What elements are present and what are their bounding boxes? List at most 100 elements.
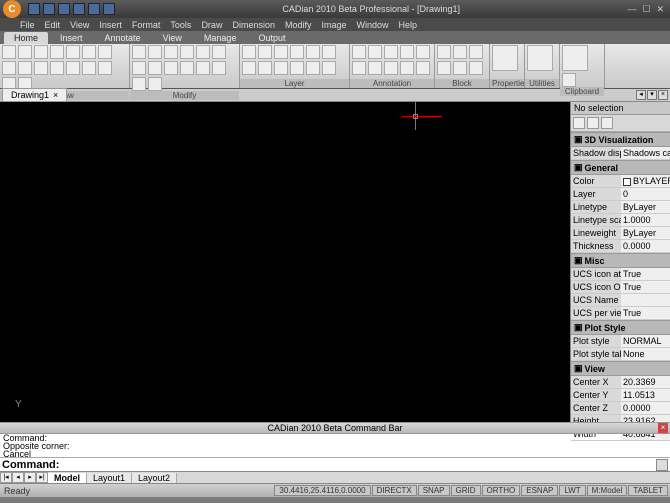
tool-icon[interactable]	[306, 61, 320, 75]
tool-icon[interactable]	[148, 61, 162, 75]
tool-icon[interactable]	[437, 45, 451, 59]
prop-value[interactable]: ByLayer	[621, 201, 670, 213]
layout-tab-model[interactable]: Model	[48, 473, 87, 483]
menu-edit[interactable]: Edit	[45, 20, 61, 30]
tool-icon[interactable]	[132, 45, 146, 59]
tool-icon[interactable]	[384, 45, 398, 59]
qat-open-icon[interactable]	[43, 3, 55, 15]
tool-icon[interactable]	[18, 61, 32, 75]
tool-icon[interactable]	[196, 45, 210, 59]
menu-view[interactable]: View	[70, 20, 89, 30]
prop-value[interactable]: NORMAL	[621, 335, 670, 347]
tab-view[interactable]: View	[153, 32, 192, 44]
close-button[interactable]: ✕	[656, 4, 664, 15]
tool-icon[interactable]	[352, 61, 366, 75]
tool-icon[interactable]	[453, 61, 467, 75]
prop-value[interactable]	[621, 294, 670, 306]
tool-icon[interactable]	[148, 45, 162, 59]
prop-section-header[interactable]: ▣ Misc	[571, 253, 670, 268]
tool-icon[interactable]	[164, 61, 178, 75]
prop-row[interactable]: UCS icon ONTrue	[571, 281, 670, 294]
tool-icon[interactable]	[98, 61, 112, 75]
tool-icon[interactable]	[306, 45, 320, 59]
tab-insert[interactable]: Insert	[50, 32, 93, 44]
prop-section-header[interactable]: ▣ General	[571, 160, 670, 175]
tool-icon[interactable]	[132, 61, 146, 75]
prop-value[interactable]: 0.0000	[621, 240, 670, 252]
status-esnap[interactable]: ESNAP	[521, 485, 558, 496]
prop-value[interactable]: True	[621, 268, 670, 280]
tool-icon[interactable]	[164, 45, 178, 59]
menu-image[interactable]: Image	[322, 20, 347, 30]
prop-section-header[interactable]: ▣ 3D Visualization	[571, 132, 670, 147]
prop-value[interactable]: 20.3369	[621, 376, 670, 388]
tool-icon[interactable]	[469, 45, 483, 59]
menu-format[interactable]: Format	[132, 20, 161, 30]
utilities-icon[interactable]	[527, 45, 553, 71]
qat-save-icon[interactable]	[58, 3, 70, 15]
tool-icon[interactable]	[148, 77, 162, 91]
tool-icon[interactable]	[242, 45, 256, 59]
tool-icon[interactable]	[322, 45, 336, 59]
drawing-canvas[interactable]: Y	[0, 102, 570, 422]
prop-value[interactable]: 0	[621, 188, 670, 200]
prop-row[interactable]: UCS per viewpoTrue	[571, 307, 670, 320]
tool-icon[interactable]	[82, 45, 96, 59]
tool-icon[interactable]	[290, 61, 304, 75]
properties-icon[interactable]	[492, 45, 518, 71]
qat-redo-icon[interactable]	[88, 3, 100, 15]
prop-value[interactable]: True	[621, 307, 670, 319]
tool-icon[interactable]	[368, 45, 382, 59]
prop-value[interactable]: 1.0000	[621, 214, 670, 226]
tab-home[interactable]: Home	[4, 32, 48, 44]
tool-icon[interactable]	[384, 61, 398, 75]
menu-modify[interactable]: Modify	[285, 20, 312, 30]
prop-row[interactable]: Center Z0.0000	[571, 402, 670, 415]
status-snap[interactable]: SNAP	[418, 485, 450, 496]
panel-left-icon[interactable]: ◂	[636, 90, 646, 100]
tool-icon[interactable]	[437, 61, 451, 75]
status-ortho[interactable]: ORTHO	[482, 485, 521, 496]
prop-row[interactable]: Shadow displayShadows cast and rec	[571, 147, 670, 160]
tool-icon[interactable]	[212, 45, 226, 59]
tab-annotate[interactable]: Annotate	[95, 32, 151, 44]
copy-icon[interactable]	[562, 73, 576, 87]
tool-icon[interactable]	[34, 45, 48, 59]
tool-icon[interactable]	[352, 45, 366, 59]
status-tablet[interactable]: TABLET	[628, 485, 668, 496]
tool-icon[interactable]	[50, 61, 64, 75]
prop-row[interactable]: Layer0	[571, 188, 670, 201]
maximize-button[interactable]: ☐	[642, 4, 650, 15]
prop-value[interactable]: True	[621, 281, 670, 293]
tool-icon[interactable]	[258, 45, 272, 59]
menu-draw[interactable]: Draw	[201, 20, 222, 30]
tool-icon[interactable]	[400, 45, 414, 59]
tool-icon[interactable]	[242, 61, 256, 75]
status-model[interactable]: M:Model	[587, 485, 628, 496]
tool-icon[interactable]	[18, 45, 32, 59]
panel-close-icon[interactable]: ×	[658, 90, 668, 100]
tool-icon[interactable]	[368, 61, 382, 75]
layout-prev-icon[interactable]: ◂	[12, 472, 24, 483]
qat-undo-icon[interactable]	[73, 3, 85, 15]
tool-icon[interactable]	[2, 61, 16, 75]
layout-tab-layout2[interactable]: Layout2	[132, 473, 177, 483]
menu-tools[interactable]: Tools	[170, 20, 191, 30]
tool-icon[interactable]	[322, 61, 336, 75]
menu-window[interactable]: Window	[357, 20, 389, 30]
document-tab[interactable]: Drawing1 ×	[2, 88, 67, 102]
tool-icon[interactable]	[453, 45, 467, 59]
command-input[interactable]	[59, 459, 656, 471]
prop-row[interactable]: ColorBYLAYER	[571, 175, 670, 188]
menu-help[interactable]: Help	[399, 20, 418, 30]
prop-row[interactable]: LineweightByLayer	[571, 227, 670, 240]
tool-icon[interactable]	[258, 61, 272, 75]
tool-icon[interactable]	[196, 61, 210, 75]
pp-select-icon[interactable]	[601, 117, 613, 129]
tool-icon[interactable]	[180, 45, 194, 59]
tool-icon[interactable]	[212, 61, 226, 75]
properties-header[interactable]: No selection	[571, 102, 670, 115]
prop-row[interactable]: Center Y11.0513	[571, 389, 670, 402]
tool-icon[interactable]	[132, 77, 146, 91]
tool-icon[interactable]	[416, 61, 430, 75]
